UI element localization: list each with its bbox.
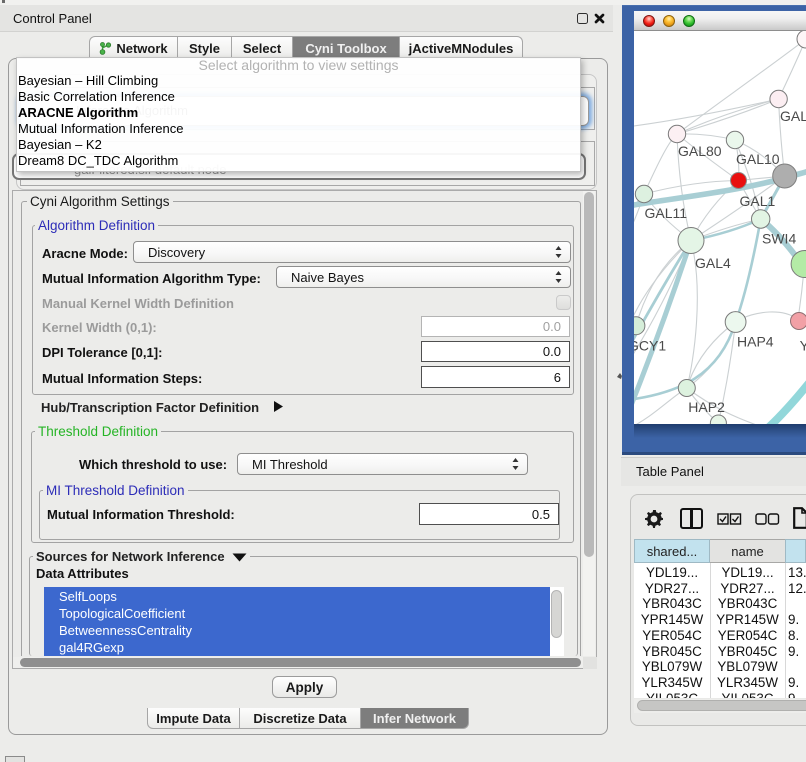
svg-text:GAL1: GAL1 [740, 193, 776, 209]
svg-text:HAP4: HAP4 [737, 334, 774, 350]
svg-text:Y: Y [800, 338, 806, 354]
svg-text:GCY1: GCY1 [634, 338, 666, 354]
svg-text:GAL11: GAL11 [645, 205, 688, 221]
svg-text:SWI4: SWI4 [762, 231, 796, 247]
svg-text:GAL80: GAL80 [678, 143, 722, 159]
svg-text:GAL10: GAL10 [736, 151, 780, 167]
svg-text:GAL4: GAL4 [695, 255, 731, 271]
svg-text:HAP2: HAP2 [688, 399, 725, 415]
svg-text:GAL7: GAL7 [780, 108, 806, 124]
